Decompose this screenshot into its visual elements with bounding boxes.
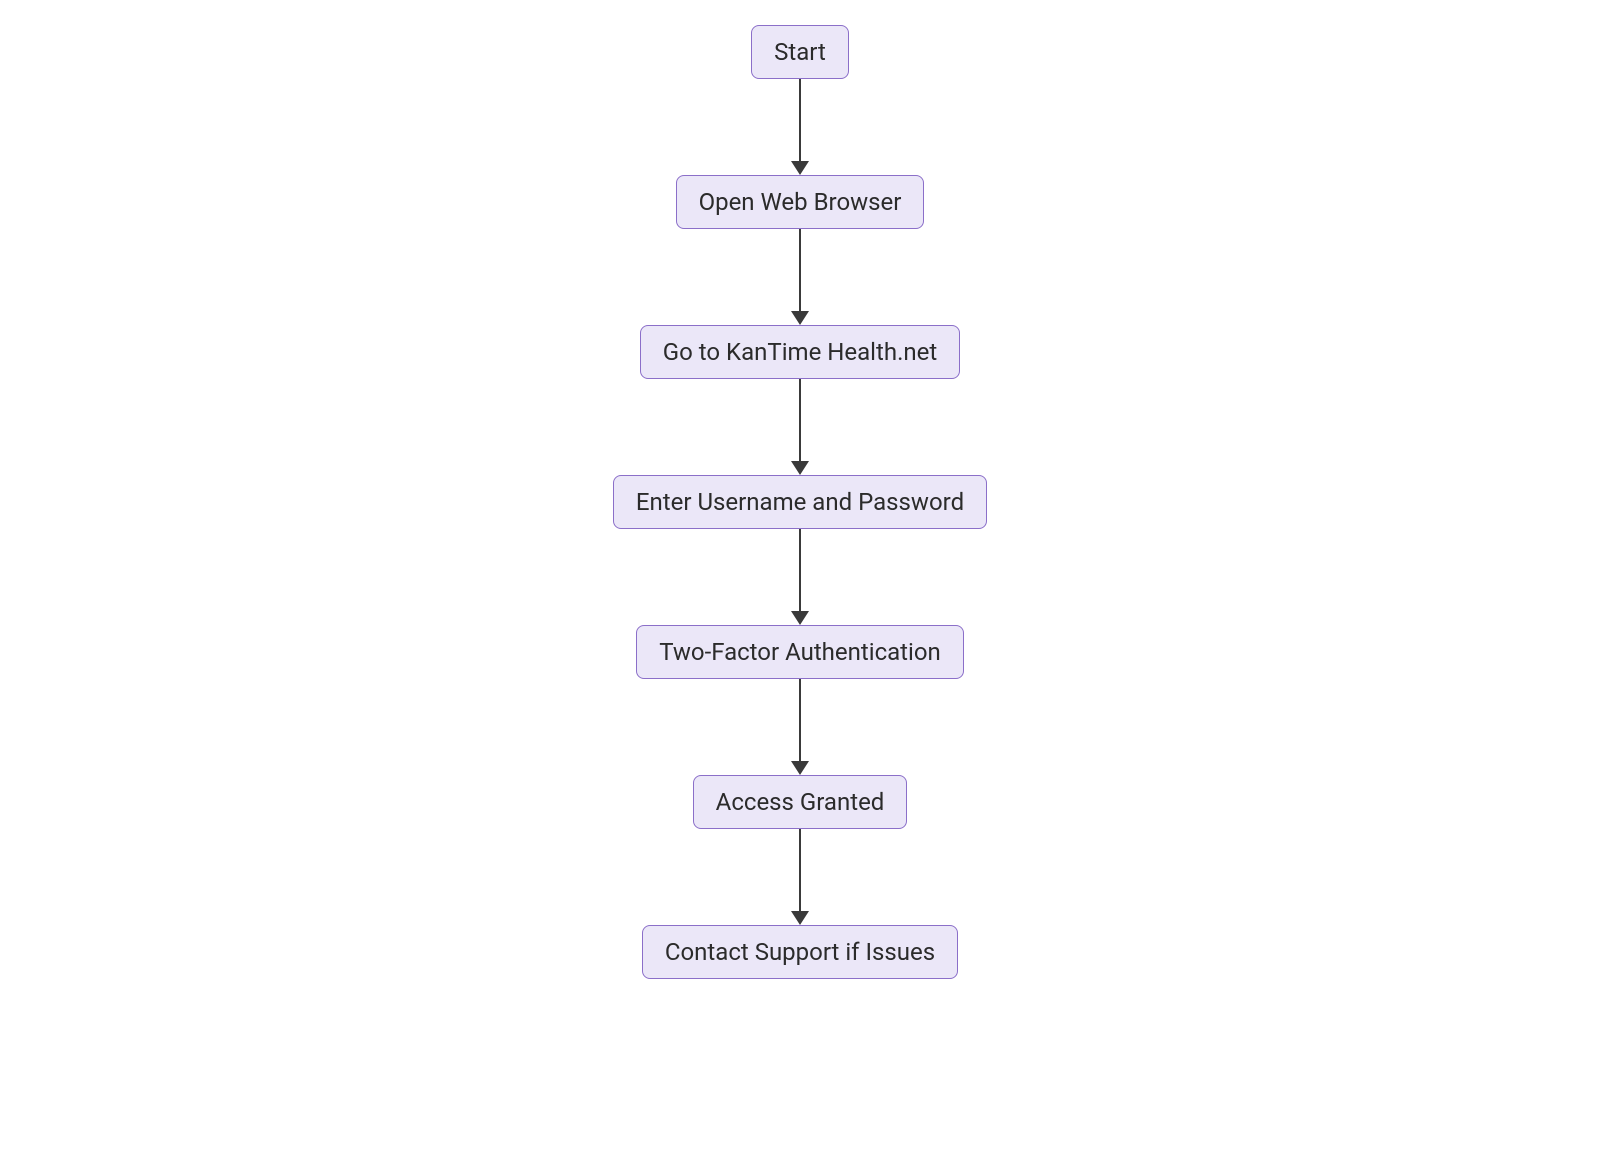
- flowchart-node-start: Start: [751, 25, 849, 79]
- arrow-down-icon: [791, 679, 809, 775]
- flowchart-node-access-granted: Access Granted: [693, 775, 908, 829]
- arrow-down-icon: [791, 829, 809, 925]
- arrow-down-icon: [791, 379, 809, 475]
- arrow-down-icon: [791, 229, 809, 325]
- flowchart-node-open-browser: Open Web Browser: [676, 175, 925, 229]
- flowchart-node-contact-support: Contact Support if Issues: [642, 925, 958, 979]
- arrow-down-icon: [791, 79, 809, 175]
- flowchart-node-two-factor: Two-Factor Authentication: [636, 625, 964, 679]
- arrow-down-icon: [791, 529, 809, 625]
- flowchart-node-enter-credentials: Enter Username and Password: [613, 475, 987, 529]
- flowchart-node-go-to-site: Go to KanTime Health.net: [640, 325, 960, 379]
- flowchart-container: Start Open Web Browser Go to KanTime Hea…: [613, 25, 987, 979]
